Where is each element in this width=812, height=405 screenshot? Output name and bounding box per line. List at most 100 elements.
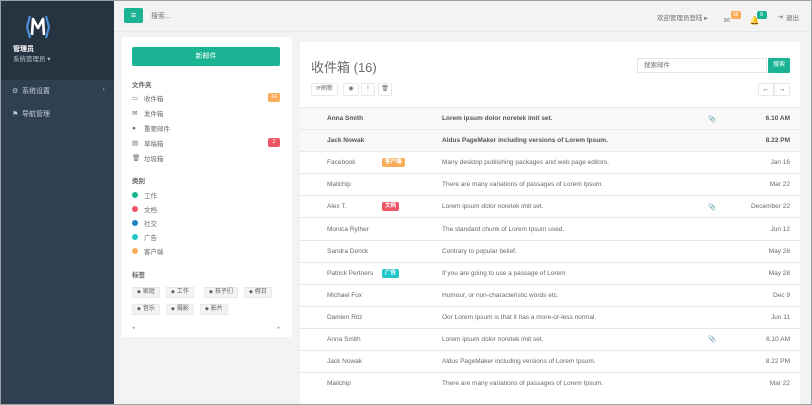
sidebar-item-navigation[interactable]: ⚑ 导航管理 <box>1 103 114 125</box>
table-row[interactable]: Anna Smith Lorem ipsum dolor noretek imit… <box>300 328 800 351</box>
mail-subject[interactable]: There are many variations of passages of… <box>442 174 702 196</box>
table-row[interactable]: Damien Ritz Oor Lorem Ipsum is that it ha… <box>300 306 800 329</box>
mail-label-cell <box>382 351 442 373</box>
welcome-dropdown[interactable]: 欢迎管理员登陆 ▸ <box>657 12 708 22</box>
sidebar-item-system-settings[interactable]: ⚙ 系统设置 ‹ <box>1 80 114 102</box>
mail-search-input[interactable] <box>637 58 767 73</box>
table-row[interactable]: Jack Nowak Aldus PageMaker including vers… <box>300 350 800 373</box>
mail-subject[interactable]: Oor Lorem Ipsum is that it has a more-or… <box>442 306 702 328</box>
mail-sender[interactable]: Alex T. <box>300 196 382 218</box>
mail-label-cell <box>382 284 442 306</box>
search-input[interactable] <box>151 10 311 22</box>
folder-inbox[interactable]: ▭ 收件箱 16 <box>132 92 280 104</box>
chevron-left-icon: ‹ <box>102 86 105 93</box>
tag-icon: ◆ <box>209 289 213 295</box>
category-work[interactable]: 工作 <box>132 189 157 201</box>
logout-link[interactable]: ⇥ 退出 <box>778 12 799 22</box>
category-client[interactable]: 客户端 <box>132 245 164 257</box>
mail-attachment-cell <box>702 306 722 328</box>
tag-holiday[interactable]: ◆ 假日 <box>244 287 272 298</box>
mail-sender[interactable]: Mailchip <box>300 174 382 196</box>
mail-label-cell <box>382 174 442 196</box>
logout-label: 退出 <box>786 14 799 22</box>
mail-subject[interactable]: Aldus PageMaker including versions of Lo… <box>442 130 702 152</box>
profile-role-dropdown[interactable]: 系统管理员 ▾ <box>13 53 51 63</box>
mail-date: Dec 9 <box>773 291 790 299</box>
tag-label: 摄影 <box>176 306 189 312</box>
mark-important-button[interactable]: ! <box>361 83 375 96</box>
folder-important[interactable]: ● 重要邮件 <box>132 122 280 134</box>
mail-attachment-cell: 📎 <box>702 108 722 130</box>
mail-date: 8.22 PM <box>765 137 790 145</box>
refresh-button[interactable]: ⟳刷新 <box>311 83 338 96</box>
tag-icon: ◆ <box>249 289 253 295</box>
mail-subject[interactable]: Aldus PageMaker including versions of Lo… <box>442 351 702 373</box>
mail-search-button[interactable]: 搜索 <box>768 58 790 73</box>
mail-subject[interactable]: Many desktop publishing packages and web… <box>442 152 702 174</box>
delete-button[interactable]: 🗑 <box>378 83 392 96</box>
menu-toggle-button[interactable]: ≡ <box>124 8 143 23</box>
mail-date: Jun 11 <box>770 313 790 321</box>
mail-subject[interactable]: Lorem ipsum dolor noretek imit set. <box>442 196 702 218</box>
mail-date: May 28 <box>768 247 790 255</box>
mail-label-cell <box>382 218 442 240</box>
mail-subject[interactable]: If you are going to use a passage of Lor… <box>442 262 702 284</box>
table-row[interactable]: Mailchip There are many variations of pas… <box>300 173 800 196</box>
mail-sender[interactable]: Jack Nowak <box>300 130 382 152</box>
mail-sender[interactable]: Anna Smith <box>300 108 382 130</box>
table-row[interactable]: Patrick Pertners 广告 If you are going to us… <box>300 262 800 285</box>
folder-label: 重要邮件 <box>144 126 170 133</box>
trash-icon: 🗑 <box>381 86 389 92</box>
mail-date: 8.22 PM <box>765 358 790 366</box>
horizontal-scrollbar[interactable]: ◂ ▸ <box>132 325 280 331</box>
mail-sender[interactable]: Patrick Pertners <box>300 262 382 284</box>
table-row[interactable]: Anna Smith Lorem ipsum dolor noretek imit… <box>300 107 800 130</box>
tag-kids[interactable]: ◆ 孩子们 <box>204 287 238 298</box>
mark-read-button[interactable]: ◉ <box>343 83 359 96</box>
bell-notification[interactable]: 🔔 8 <box>748 7 768 27</box>
category-docs[interactable]: 文档 <box>132 203 157 215</box>
folder-trash[interactable]: 🗑 垃圾箱 <box>132 152 280 164</box>
category-social[interactable]: 社交 <box>132 217 157 229</box>
folder-drafts[interactable]: ▤ 草稿箱 2 <box>132 137 280 149</box>
table-row[interactable]: Facebook 客户端 Many desktop publishing packa… <box>300 151 800 174</box>
compose-button[interactable]: 新邮件 <box>132 47 280 66</box>
next-page-button[interactable]: → <box>774 83 790 96</box>
table-row[interactable]: Sandra Derick Contrary to popular belief.… <box>300 240 800 263</box>
mail-sender[interactable]: Anna Smith <box>300 328 382 350</box>
tag-work[interactable]: ◆ 工作 <box>166 287 194 298</box>
mail-subject[interactable]: There are many variations of passages of… <box>442 373 702 395</box>
table-row[interactable]: Michael Fox Humour, or non-characteristic… <box>300 284 800 307</box>
mail-subject[interactable]: Humour, or non-characteristic words etc. <box>442 284 702 306</box>
tag-label: 工作 <box>176 289 189 295</box>
mail-subject[interactable]: Lorem ipsum dolor noretek imit set. <box>442 108 702 130</box>
mail-sender[interactable]: Sandra Derick <box>300 240 382 262</box>
prev-page-button[interactable]: ← <box>758 83 774 96</box>
mail-subject[interactable]: Lorem ipsum dolor noretek imit set. <box>442 328 702 350</box>
tag-icon: ◆ <box>137 289 141 295</box>
tag-film[interactable]: ◆ 影片 <box>200 304 228 315</box>
mail-subject[interactable]: The standard chunk of Lorem Ipsum used. <box>442 218 702 240</box>
folder-sent[interactable]: ✉ 发件箱 <box>132 107 280 119</box>
mail-sender[interactable]: Michael Fox <box>300 284 382 306</box>
mail-sender[interactable]: Damien Ritz <box>300 306 382 328</box>
mail-sender[interactable]: Jack Nowak <box>300 351 382 373</box>
sidebar: 管理员 系统管理员 ▾ ⚙ 系统设置 ‹ ⚑ 导航管理 <box>1 1 114 404</box>
tag-photo[interactable]: ◆ 摄影 <box>166 304 194 315</box>
table-row[interactable]: Monica Ryther The standard chunk of Lorem… <box>300 217 800 241</box>
mail-sender[interactable]: Mailchip <box>300 373 382 395</box>
mail-subject[interactable]: Contrary to popular belief. <box>442 240 702 262</box>
table-row[interactable]: Jack Nowak Aldus PageMaker including vers… <box>300 129 800 152</box>
mail-attachment-cell <box>702 373 722 395</box>
table-row[interactable]: Alex T. 文档 Lorem ipsum dolor noretek imit … <box>300 195 800 218</box>
folder-label: 发件箱 <box>144 111 164 118</box>
mail-sender[interactable]: Facebook <box>300 152 382 174</box>
tag-music[interactable]: ◆ 音乐 <box>132 304 160 315</box>
mail-notification[interactable]: ✉ 16 <box>722 7 742 27</box>
table-row[interactable]: Mailchip There are many variations of pas… <box>300 372 800 395</box>
tag-family[interactable]: ◆ 家庭 <box>132 287 160 298</box>
mail-sender[interactable]: Monica Ryther <box>300 218 382 240</box>
category-ads[interactable]: 广告 <box>132 231 157 243</box>
mail-table: Anna Smith Lorem ipsum dolor noretek imit… <box>300 107 800 395</box>
category-label: 社交 <box>144 221 157 228</box>
